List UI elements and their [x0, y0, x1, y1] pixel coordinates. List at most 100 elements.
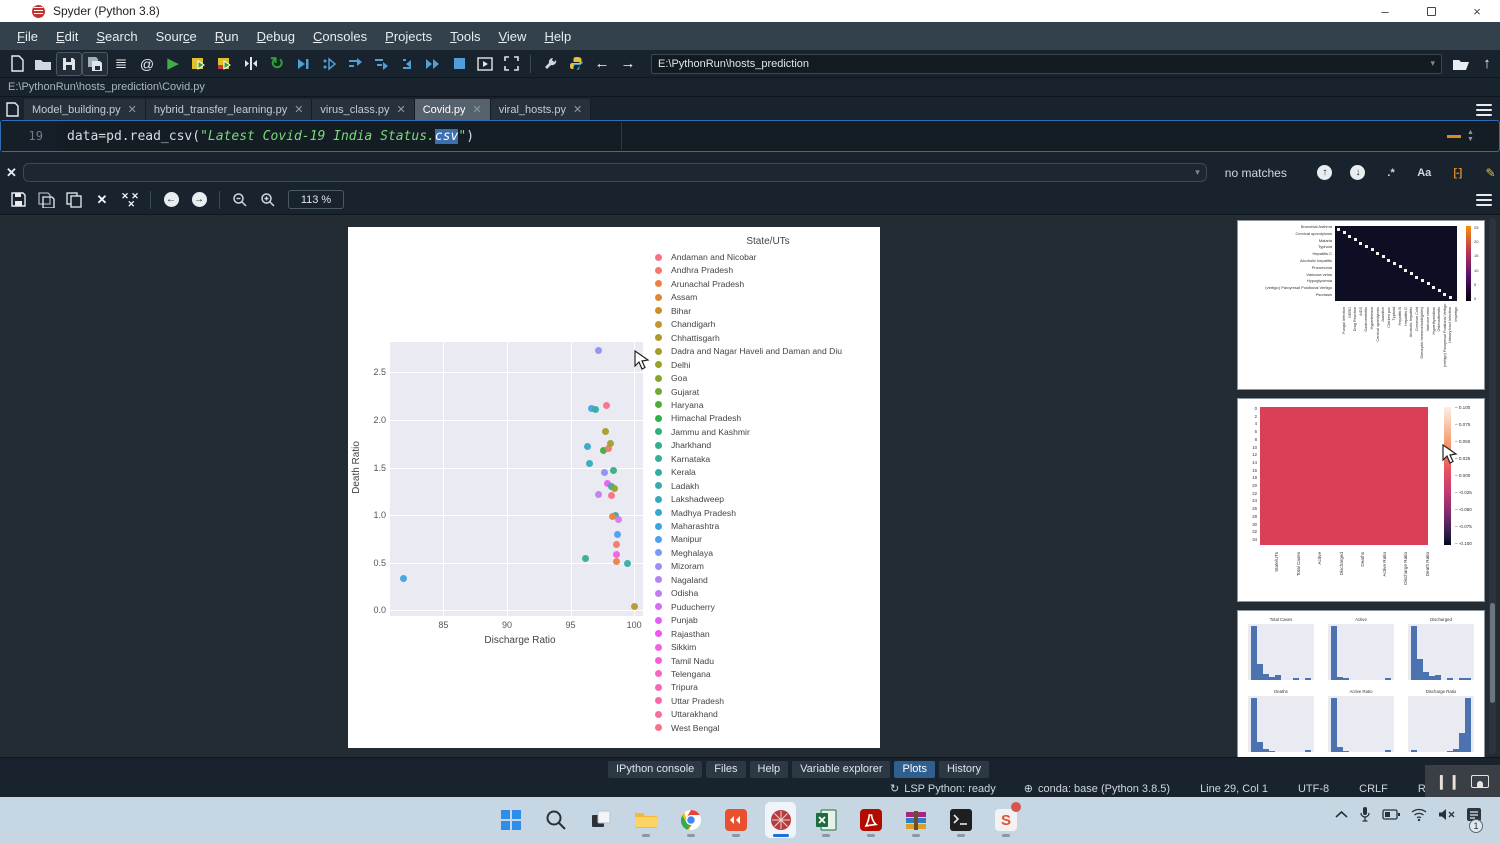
editor-tab-viral_hosts-py[interactable]: viral_hosts.py✕: [491, 99, 591, 120]
find-previous-button[interactable]: ↑: [1315, 164, 1334, 182]
scrollbar-arrows-icon[interactable]: ▲▼: [1467, 129, 1474, 143]
find-input[interactable]: ▾: [23, 163, 1207, 182]
next-plot-button[interactable]: →: [185, 188, 213, 212]
thumbnails-scrollbar[interactable]: [1489, 218, 1496, 754]
whole-word-toggle-button[interactable]: [-]: [1448, 164, 1467, 182]
menu-view[interactable]: View: [489, 25, 535, 48]
taskbar-app-quick-launch-icon[interactable]: [720, 802, 751, 838]
editor-tab-Covid-py[interactable]: Covid.py✕: [415, 99, 491, 120]
run-selection-button[interactable]: [238, 52, 264, 76]
menu-tools[interactable]: Tools: [441, 25, 489, 48]
forward-button[interactable]: →: [615, 52, 641, 76]
editor-options-menu-icon[interactable]: [1476, 104, 1492, 116]
case-sensitive-toggle-button[interactable]: Aa: [1415, 164, 1434, 182]
previous-plot-button[interactable]: ←: [157, 188, 185, 212]
restore-button[interactable]: [1408, 0, 1454, 22]
new-file-button[interactable]: [4, 52, 30, 76]
conda-env-status[interactable]: ⊕ conda: base (Python 3.8.5): [1024, 782, 1170, 795]
editor-tab-virus_class-py[interactable]: virus_class.py✕: [312, 99, 414, 120]
maximize-pane-button[interactable]: [498, 52, 524, 76]
run-cell-button[interactable]: [186, 52, 212, 76]
taskbar-app-winrar-icon[interactable]: [900, 802, 931, 838]
taskbar-app-spyder-icon[interactable]: [765, 802, 796, 838]
file-switcher-button[interactable]: ≣: [108, 52, 134, 76]
debug-file-button[interactable]: [290, 52, 316, 76]
code-line[interactable]: data=pd.read_csv("Latest Covid-19 India …: [67, 121, 474, 151]
pane-tab-files[interactable]: Files: [706, 761, 745, 778]
plots-options-menu-icon[interactable]: [1476, 194, 1492, 206]
battery-icon[interactable]: [1382, 809, 1400, 820]
restart-kernel-button[interactable]: ↻: [264, 52, 290, 76]
pause-icon[interactable]: ❙❙: [1436, 773, 1461, 790]
close-tab-icon[interactable]: ✕: [573, 103, 582, 116]
close-find-icon[interactable]: ✕: [0, 165, 23, 181]
continue-execution-button[interactable]: [420, 52, 446, 76]
taskbar-app-search-icon[interactable]: [540, 802, 571, 838]
editor-scroll-flag-area[interactable]: ▲▼: [1447, 125, 1493, 147]
close-tab-icon[interactable]: ✕: [397, 103, 406, 116]
zoom-out-icon[interactable]: [226, 188, 254, 212]
close-button[interactable]: ×: [1454, 0, 1500, 22]
step-return-button[interactable]: [394, 52, 420, 76]
scatter-plot-figure[interactable]: Discharge Ratio Death Ratio State/UTs An…: [348, 227, 880, 748]
pane-tab-variable-explorer[interactable]: Variable explorer: [792, 761, 890, 778]
save-all-plots-button[interactable]: [32, 188, 60, 212]
taskbar-app-file-explorer-icon[interactable]: [630, 802, 661, 838]
menu-file[interactable]: File: [8, 25, 47, 48]
plot-thumbnail-correlation-heatmap[interactable]: 0246810121416182022242628303234State/UTs…: [1237, 398, 1485, 602]
find-next-button[interactable]: ↓: [1348, 164, 1367, 182]
open-file-button[interactable]: [30, 52, 56, 76]
regex-toggle-button[interactable]: .*: [1382, 164, 1401, 182]
webcam-icon[interactable]: [1471, 775, 1489, 788]
debug-cell-button[interactable]: [316, 52, 342, 76]
remove-plot-button[interactable]: ✕: [88, 188, 116, 212]
plot-thumbnail-confusion-heatmap[interactable]: Bronchial AsthmaCervical spondylosisMala…: [1237, 220, 1485, 390]
pane-tab-plots[interactable]: Plots: [894, 761, 934, 778]
plot-thumbnail-histogram-grid[interactable]: Total CasesActiveDischargedDeathsActive …: [1237, 610, 1485, 757]
run-external-window-button[interactable]: [472, 52, 498, 76]
editor-tab-Model_building-py[interactable]: Model_building.py✕: [24, 99, 146, 120]
remove-all-plots-button[interactable]: ✕ ✕ ✕: [116, 188, 144, 212]
menu-projects[interactable]: Projects: [376, 25, 441, 48]
parent-directory-button[interactable]: ↑: [1474, 52, 1500, 76]
browse-directory-button[interactable]: [1448, 52, 1474, 76]
microphone-icon[interactable]: [1359, 806, 1371, 822]
code-editor[interactable]: 19 data=pd.read_csv("Latest Covid-19 Ind…: [0, 120, 1500, 152]
preferences-wrench-icon[interactable]: [537, 52, 563, 76]
close-tab-icon[interactable]: ✕: [128, 103, 137, 116]
taskbar-app-acrobat-icon[interactable]: [855, 802, 886, 838]
back-button[interactable]: ←: [589, 52, 615, 76]
run-cell-advance-button[interactable]: [212, 52, 238, 76]
taskbar-app-terminal-icon[interactable]: [945, 802, 976, 838]
symbol-finder-button[interactable]: @: [134, 52, 160, 76]
minimize-button[interactable]: –: [1362, 0, 1408, 22]
save-button[interactable]: [56, 52, 82, 76]
highlight-matches-button[interactable]: ✎: [1481, 164, 1500, 182]
chevron-down-icon[interactable]: ▾: [1430, 58, 1435, 69]
pane-tab-help[interactable]: Help: [750, 761, 789, 778]
step-over-button[interactable]: [342, 52, 368, 76]
menu-source[interactable]: Source: [147, 25, 206, 48]
zoom-in-icon[interactable]: [254, 188, 282, 212]
chevron-down-icon[interactable]: ▾: [1195, 167, 1200, 178]
wifi-icon[interactable]: [1411, 808, 1427, 821]
run-file-button[interactable]: ▶: [160, 52, 186, 76]
menu-help[interactable]: Help: [535, 25, 580, 48]
menu-edit[interactable]: Edit: [47, 25, 87, 48]
menu-consoles[interactable]: Consoles: [304, 25, 376, 48]
editor-tab-hybrid_transfer_learning-py[interactable]: hybrid_transfer_learning.py✕: [146, 99, 313, 120]
taskbar-app-excel-icon[interactable]: [810, 802, 841, 838]
taskbar-app-start-icon[interactable]: [495, 802, 526, 838]
menu-debug[interactable]: Debug: [248, 25, 304, 48]
tray-chevron-up-icon[interactable]: [1335, 810, 1348, 818]
taskbar-app-chrome-icon[interactable]: [675, 802, 706, 838]
menu-run[interactable]: Run: [206, 25, 248, 48]
stop-debug-button[interactable]: [446, 52, 472, 76]
browse-tabs-icon[interactable]: [2, 99, 22, 119]
pane-tab-ipython-console[interactable]: IPython console: [608, 761, 702, 778]
close-tab-icon[interactable]: ✕: [294, 103, 303, 116]
recorder-widget[interactable]: ❙❙: [1425, 765, 1500, 797]
working-directory-input[interactable]: E:\PythonRun\hosts_prediction ▾: [651, 54, 1442, 74]
python-path-icon[interactable]: [563, 52, 589, 76]
volume-muted-icon[interactable]: [1438, 808, 1455, 821]
